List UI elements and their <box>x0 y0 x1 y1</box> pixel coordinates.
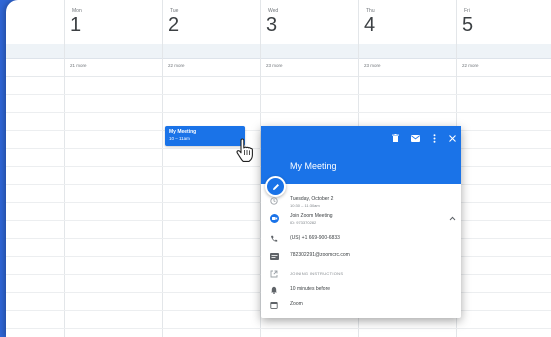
more-vert-icon[interactable] <box>429 133 439 143</box>
day-header-mon[interactable]: Mon 1 <box>64 0 162 44</box>
column-divider <box>64 0 65 337</box>
trash-icon[interactable] <box>390 133 400 143</box>
hour-line <box>6 94 551 95</box>
dial-in-number[interactable]: (US) +1 669-900-6833 <box>290 235 340 241</box>
event-time-range: 10:30 – 11:30am <box>290 203 320 208</box>
day-number[interactable]: 5 <box>462 14 473 37</box>
hand-cursor-icon <box>234 138 256 164</box>
joining-instructions-link[interactable]: JOINING INSTRUCTIONS <box>290 271 343 276</box>
calendar-row: Zoom <box>261 299 461 311</box>
more-events-link[interactable]: 23 more <box>364 63 381 68</box>
reminder-row: 10 minutes before <box>261 284 461 296</box>
more-events-link[interactable]: 22 more <box>168 63 185 68</box>
join-zoom-row[interactable]: Join Zoom Meeting ID: 973370282 <box>261 212 461 230</box>
email-row[interactable]: 782302291@zoomcrc.com <box>261 250 461 262</box>
phone-icon <box>269 234 279 244</box>
day-header-tue[interactable]: Tue 2 <box>162 0 260 44</box>
more-events-link[interactable]: 23 more <box>266 63 283 68</box>
sip-address[interactable]: 782302291@zoomcrc.com <box>290 252 350 258</box>
event-my-meeting[interactable]: My Meeting 10 – 11am <box>165 126 245 146</box>
calendar-icon <box>269 300 279 310</box>
date-row: Tuesday, October 2 10:30 – 11:30am <box>261 194 461 214</box>
email-icon[interactable] <box>410 133 420 143</box>
more-events-row: 21 more 22 more 23 more 23 more 22 more <box>6 58 551 77</box>
zoom-icon <box>269 213 279 223</box>
event-time: 10 – 11am <box>169 136 190 141</box>
week-header: Mon 1 Tue 2 Wed 3 Thu 4 Fri 5 <box>6 0 551 45</box>
open-in-new-icon <box>269 269 279 279</box>
column-divider <box>162 0 163 337</box>
chevron-up-icon[interactable] <box>447 213 457 223</box>
day-number[interactable]: 2 <box>168 14 179 37</box>
hour-line <box>6 328 551 329</box>
meeting-id: ID: 973370282 <box>290 220 317 225</box>
day-header-fri[interactable]: Fri 5 <box>456 0 551 44</box>
event-details-popup: My Meeting Tuesday, October 2 10:30 – 11… <box>261 126 461 318</box>
instructions-row[interactable]: JOINING INSTRUCTIONS <box>261 268 461 280</box>
more-events-link[interactable]: 22 more <box>462 63 479 68</box>
event-title: My Meeting <box>169 129 197 135</box>
more-events-link[interactable]: 21 more <box>70 63 87 68</box>
sip-icon <box>269 251 279 261</box>
calendar-name: Zoom <box>290 301 303 307</box>
day-number[interactable]: 3 <box>266 14 277 37</box>
reminder-text: 10 minutes before <box>290 286 331 292</box>
day-header-wed[interactable]: Wed 3 <box>260 0 358 44</box>
day-number[interactable]: 1 <box>70 14 81 37</box>
hour-line <box>6 112 551 113</box>
popup-title: My Meeting <box>290 161 337 171</box>
popup-header: My Meeting <box>261 126 461 184</box>
event-date: Tuesday, October 2 <box>290 196 334 202</box>
join-zoom-link[interactable]: Join Zoom Meeting <box>290 213 333 219</box>
phone-row[interactable]: (US) +1 669-900-6833 <box>261 233 461 245</box>
bell-icon <box>269 285 279 295</box>
all-day-strip <box>6 44 551 59</box>
calendar-window: Mon 1 Tue 2 Wed 3 Thu 4 Fri 5 21 more 22… <box>6 0 551 337</box>
close-icon[interactable] <box>447 133 457 143</box>
day-number[interactable]: 4 <box>364 14 375 37</box>
pencil-icon <box>272 183 279 190</box>
day-header-thu[interactable]: Thu 4 <box>358 0 456 44</box>
clock-icon <box>269 196 279 206</box>
